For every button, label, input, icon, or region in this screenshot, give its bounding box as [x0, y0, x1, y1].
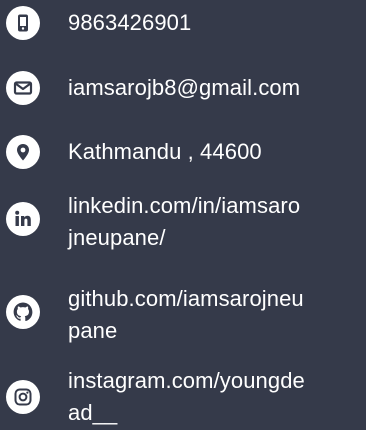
instagram-link[interactable]: instagram.com/youngde ad__ [68, 365, 366, 429]
phone-icon [6, 6, 40, 40]
github-icon [6, 295, 40, 329]
contact-row-github[interactable]: github.com/iamsarojneu pane [0, 283, 366, 347]
contact-row-location: Kathmandu , 44600 [0, 135, 366, 169]
github-link[interactable]: github.com/iamsarojneu pane [68, 283, 366, 347]
contact-row-phone[interactable]: 9863426901 [0, 6, 366, 40]
location-pin-icon [6, 135, 40, 169]
github-link-line2: pane [68, 318, 118, 343]
instagram-link-line2: ad__ [68, 400, 118, 425]
linkedin-link-line1: linkedin.com/in/iamsaro [68, 193, 301, 218]
linkedin-link[interactable]: linkedin.com/in/iamsaro jneupane/ [68, 190, 366, 254]
linkedin-icon [6, 202, 40, 236]
github-link-line1: github.com/iamsarojneu [68, 286, 304, 311]
linkedin-link-line2: jneupane/ [68, 225, 166, 250]
contact-row-linkedin[interactable]: linkedin.com/in/iamsaro jneupane/ [0, 190, 366, 254]
contact-row-email[interactable]: iamsarojb8@gmail.com [0, 71, 366, 105]
instagram-icon [6, 380, 40, 414]
phone-number[interactable]: 9863426901 [68, 7, 366, 39]
envelope-icon [6, 71, 40, 105]
instagram-link-line1: instagram.com/youngde [68, 368, 305, 393]
contact-list: 9863426901 iamsarojb8@gmail.com Kathmand… [0, 0, 366, 430]
contact-row-instagram[interactable]: instagram.com/youngde ad__ [0, 365, 366, 429]
email-address[interactable]: iamsarojb8@gmail.com [68, 72, 366, 104]
location-text: Kathmandu , 44600 [68, 139, 262, 164]
